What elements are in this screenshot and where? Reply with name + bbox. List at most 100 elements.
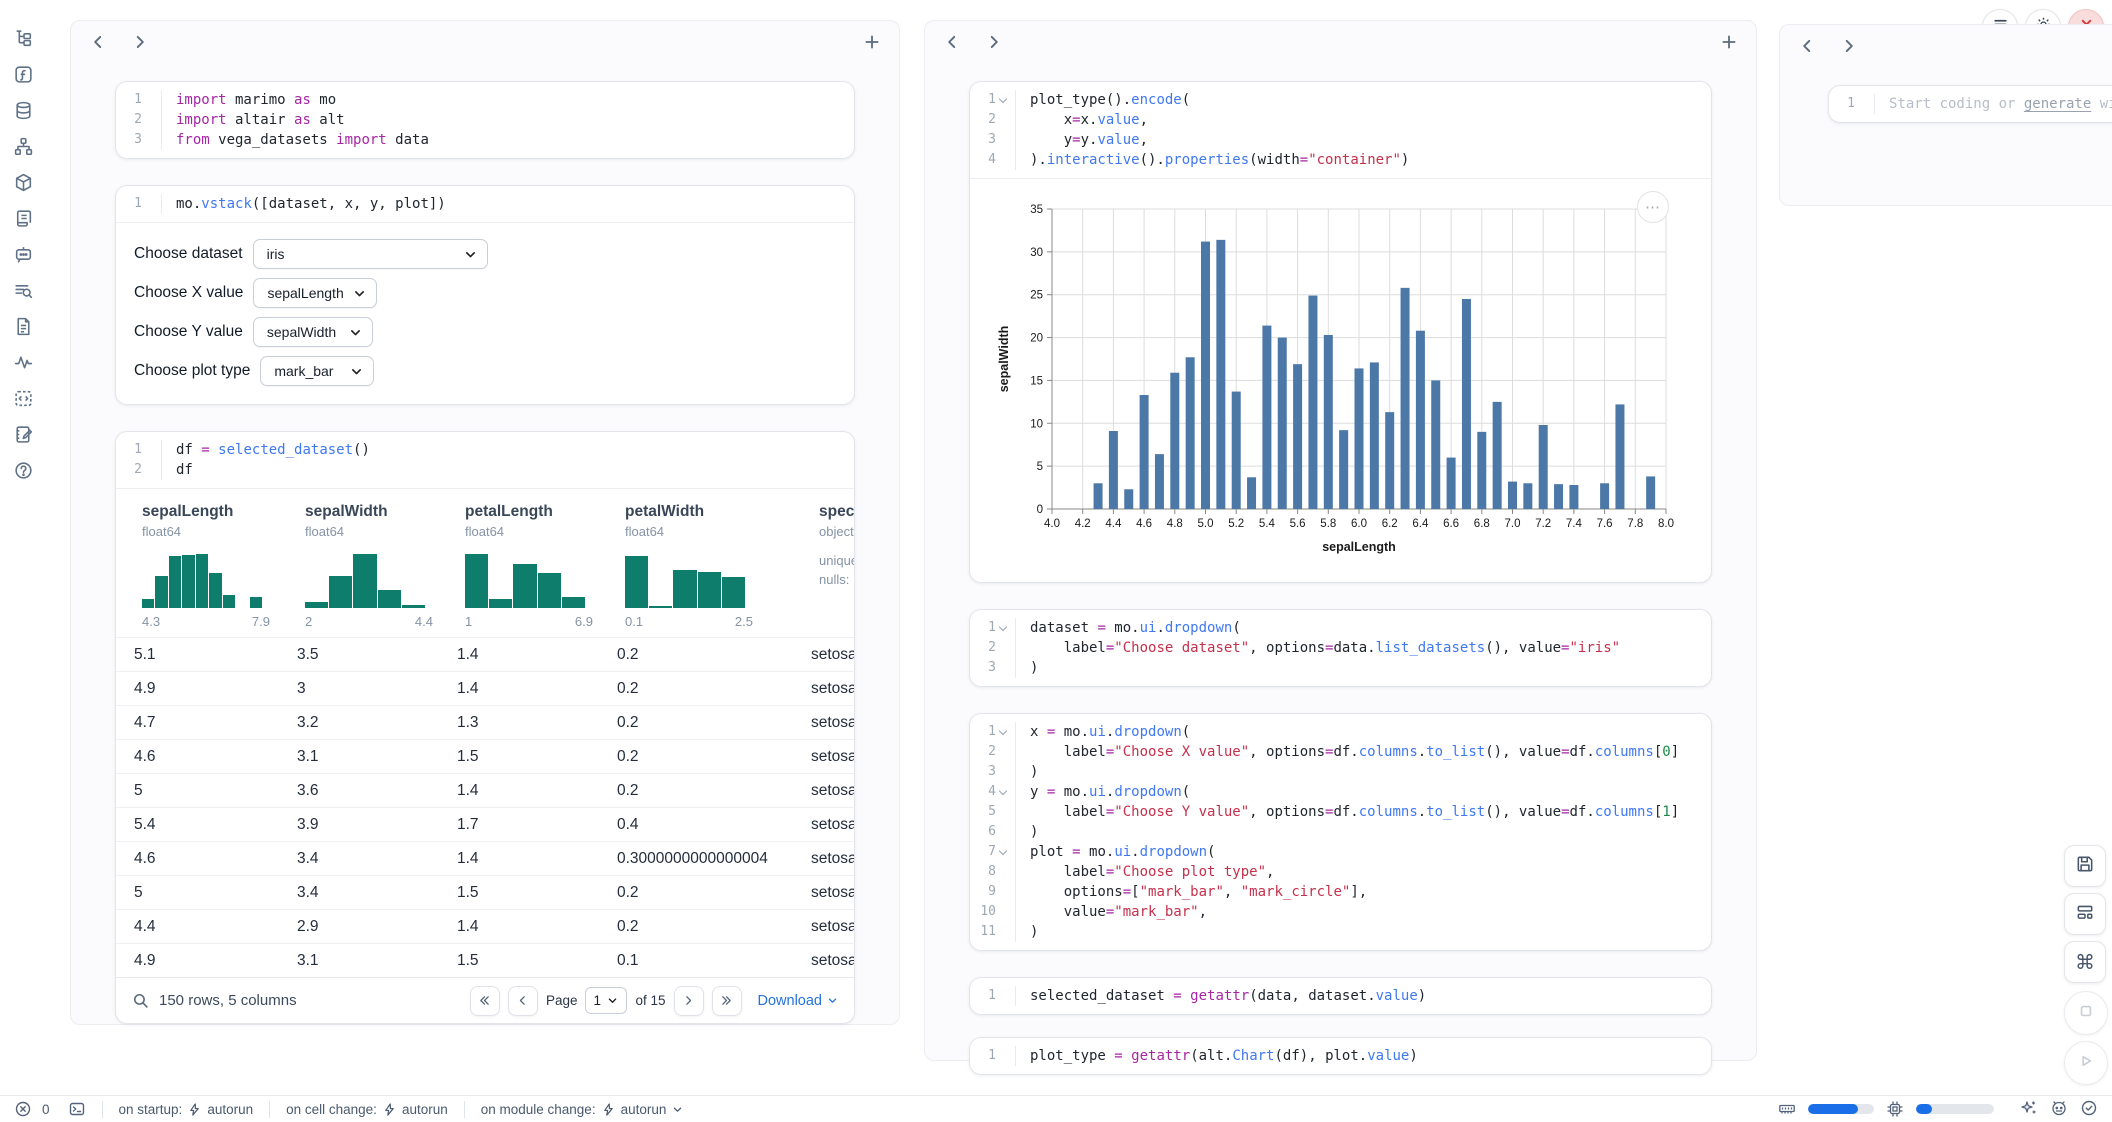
database-icon[interactable]: [12, 99, 34, 121]
on-module-change-toggle[interactable]: on module change: autorun: [481, 1102, 684, 1117]
connection-status-button[interactable]: [2080, 1100, 2098, 1118]
layout-button[interactable]: [2064, 893, 2106, 935]
code-line[interactable]: 3 y=y.value,: [970, 130, 1711, 150]
code-editor[interactable]: 1df = selected_dataset()2df: [116, 432, 854, 488]
run-button[interactable]: [2064, 1041, 2108, 1085]
file-tree-icon[interactable]: [12, 27, 34, 49]
script-log-icon[interactable]: [12, 207, 34, 229]
code-line[interactable]: 11): [970, 922, 1711, 942]
code-line[interactable]: 8 label="Choose plot type",: [970, 862, 1711, 882]
code-line[interactable]: 1selected_dataset = getattr(data, datase…: [970, 986, 1711, 1006]
activity-icon[interactable]: [12, 351, 34, 373]
on-cell-change-toggle[interactable]: on cell change: autorun: [286, 1102, 448, 1117]
dropdown-select-1[interactable]: iris: [253, 239, 488, 269]
dropdown-select-2[interactable]: sepalLength: [253, 278, 377, 308]
column-next-icon[interactable]: [131, 33, 149, 51]
code-line[interactable]: 1plot_type = getattr(alt.Chart(df), plot…: [970, 1046, 1711, 1066]
stop-button[interactable]: [2064, 991, 2108, 1035]
download-button[interactable]: Download: [758, 993, 839, 1009]
code-line[interactable]: 3): [970, 658, 1711, 678]
column-header-petalWidth[interactable]: petalWidthfloat640.12.5: [599, 503, 793, 629]
column-prev-icon[interactable]: [89, 33, 107, 51]
help-icon[interactable]: [12, 459, 34, 481]
code-line[interactable]: 1dataset = mo.ui.dropdown(: [970, 618, 1711, 638]
code-editor[interactable]: 1mo.vstack([dataset, x, y, plot]): [116, 186, 854, 222]
code-line[interactable]: 4).interactive().properties(width="conta…: [970, 150, 1711, 170]
first-page-button[interactable]: [470, 986, 500, 1016]
code-line[interactable]: 6): [970, 822, 1711, 842]
cell-xy-dropdowns[interactable]: 1x = mo.ui.dropdown(2 label="Choose X va…: [969, 713, 1712, 951]
column-header-species[interactable]: speciesobjectunique:nulls:: [793, 503, 855, 629]
dropdown-select-3[interactable]: sepalWidth: [253, 317, 373, 347]
bot-button[interactable]: [2050, 1100, 2068, 1118]
code-line[interactable]: 1Start coding or generate with: [1829, 94, 2112, 114]
cell-chart[interactable]: 1plot_type().encode(2 x=x.value,3 y=y.va…: [969, 81, 1712, 583]
add-cell-icon[interactable]: [863, 33, 881, 51]
code-line[interactable]: 7plot = mo.ui.dropdown(: [970, 842, 1711, 862]
cell-plot-type[interactable]: 1plot_type = getattr(alt.Chart(df), plot…: [969, 1037, 1712, 1075]
code-line[interactable]: 9 options=["mark_bar", "mark_circle"],: [970, 882, 1711, 902]
package-icon[interactable]: [12, 171, 34, 193]
next-page-button[interactable]: [674, 986, 704, 1016]
cell-empty-scratch[interactable]: 1Start coding or generate with: [1828, 85, 2112, 123]
column-header-petalLength[interactable]: petalLengthfloat6416.9: [439, 503, 599, 629]
code-editor[interactable]: 1import marimo as mo2import altair as al…: [116, 82, 854, 158]
code-line[interactable]: 2 label="Choose X value", options=df.col…: [970, 742, 1711, 762]
fold-chevron-icon[interactable]: [999, 846, 1007, 854]
scratchpad-icon[interactable]: [12, 423, 34, 445]
dropdown-select-4[interactable]: mark_bar: [260, 356, 374, 386]
code-line[interactable]: 2import altair as alt: [116, 110, 854, 130]
cell-dataframe[interactable]: 1df = selected_dataset()2df sepalLengthf…: [115, 431, 855, 1024]
code-line[interactable]: 2df: [116, 460, 854, 480]
cell-vstack[interactable]: 1mo.vstack([dataset, x, y, plot]) Choose…: [115, 185, 855, 405]
functions-icon[interactable]: [12, 63, 34, 85]
code-editor[interactable]: 1dataset = mo.ui.dropdown(2 label="Choos…: [970, 610, 1711, 686]
cell-dataset-dropdown[interactable]: 1dataset = mo.ui.dropdown(2 label="Choos…: [969, 609, 1712, 687]
ai-assist-button[interactable]: [2020, 1100, 2038, 1118]
search-icon[interactable]: [132, 992, 149, 1009]
code-line[interactable]: 1import marimo as mo: [116, 90, 854, 110]
log-search-icon[interactable]: [12, 279, 34, 301]
last-page-button[interactable]: [712, 986, 742, 1016]
column-header-sepalLength[interactable]: sepalLengthfloat644.37.9: [116, 503, 279, 629]
chart-menu-button[interactable]: ⋯: [1637, 191, 1669, 223]
document-icon[interactable]: [12, 315, 34, 337]
code-line[interactable]: 5 label="Choose Y value", options=df.col…: [970, 802, 1711, 822]
code-line[interactable]: 1df = selected_dataset(): [116, 440, 854, 460]
column-prev-icon[interactable]: [1798, 37, 1816, 55]
code-line[interactable]: 2 x=x.value,: [970, 110, 1711, 130]
fold-chevron-icon[interactable]: [999, 786, 1007, 794]
on-startup-toggle[interactable]: on startup: autorun: [119, 1102, 254, 1117]
column-prev-icon[interactable]: [943, 33, 961, 51]
keyboard-shortcuts-button[interactable]: ⌘: [2064, 941, 2106, 983]
code-line[interactable]: 2 label="Choose dataset", options=data.l…: [970, 638, 1711, 658]
cell-selected-dataset[interactable]: 1selected_dataset = getattr(data, datase…: [969, 977, 1712, 1015]
prev-page-button[interactable]: [508, 986, 538, 1016]
terminal-button[interactable]: [68, 1100, 86, 1118]
code-editor[interactable]: 1plot_type().encode(2 x=x.value,3 y=y.va…: [970, 82, 1711, 178]
cell-imports[interactable]: 1import marimo as mo2import altair as al…: [115, 81, 855, 159]
code-line[interactable]: 1x = mo.ui.dropdown(: [970, 722, 1711, 742]
fold-chevron-icon[interactable]: [999, 726, 1007, 734]
code-line[interactable]: 4y = mo.ui.dropdown(: [970, 782, 1711, 802]
code-editor[interactable]: 1plot_type = getattr(alt.Chart(df), plot…: [970, 1038, 1711, 1074]
code-editor[interactable]: 1x = mo.ui.dropdown(2 label="Choose X va…: [970, 714, 1711, 950]
column-next-icon[interactable]: [1840, 37, 1858, 55]
code-editor[interactable]: 1Start coding or generate with: [1829, 86, 2112, 122]
dependency-graph-icon[interactable]: [12, 135, 34, 157]
code-line[interactable]: 1mo.vstack([dataset, x, y, plot]): [116, 194, 854, 214]
code-line[interactable]: 3): [970, 762, 1711, 782]
code-snippet-icon[interactable]: [12, 387, 34, 409]
code-line[interactable]: 10 value="mark_bar",: [970, 902, 1711, 922]
column-next-icon[interactable]: [985, 33, 1003, 51]
chat-bot-icon[interactable]: [12, 243, 34, 265]
code-line[interactable]: 3from vega_datasets import data: [116, 130, 854, 150]
add-cell-icon[interactable]: [1720, 33, 1738, 51]
code-editor[interactable]: 1selected_dataset = getattr(data, datase…: [970, 978, 1711, 1014]
errors-button[interactable]: [14, 1100, 32, 1118]
fold-chevron-icon[interactable]: [999, 94, 1007, 102]
page-select[interactable]: 1: [585, 987, 627, 1014]
fold-chevron-icon[interactable]: [999, 622, 1007, 630]
column-header-sepalWidth[interactable]: sepalWidthfloat6424.4: [279, 503, 439, 629]
code-line[interactable]: 1plot_type().encode(: [970, 90, 1711, 110]
